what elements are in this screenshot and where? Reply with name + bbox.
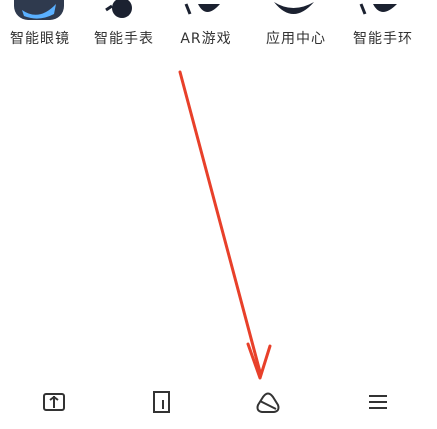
book-icon[interactable] [32, 380, 76, 424]
bird-icon[interactable] [268, 0, 318, 20]
app-label-4[interactable]: 应用中心 [256, 28, 336, 48]
square-tab-icon[interactable] [140, 380, 184, 424]
annotation-arrow [178, 70, 272, 380]
app-label-2[interactable]: 智能手表 [84, 28, 164, 48]
cloud-sync-icon[interactable] [246, 380, 290, 424]
wing-logo-icon[interactable] [14, 0, 64, 20]
app-label-3[interactable]: AR游戏 [166, 28, 246, 48]
bottom-nav-bar [0, 378, 437, 429]
app-icon-row [0, 0, 437, 22]
headset-icon[interactable] [100, 0, 150, 20]
ar-game-icon[interactable] [180, 0, 230, 20]
band-icon[interactable] [355, 0, 405, 20]
app-label-1[interactable]: 智能眼镜 [0, 28, 80, 48]
app-label-row: 智能眼镜 智能手表 AR游戏 应用中心 智能手环 [0, 28, 437, 52]
menu-icon[interactable] [356, 380, 400, 424]
app-label-5[interactable]: 智能手环 [343, 28, 423, 48]
